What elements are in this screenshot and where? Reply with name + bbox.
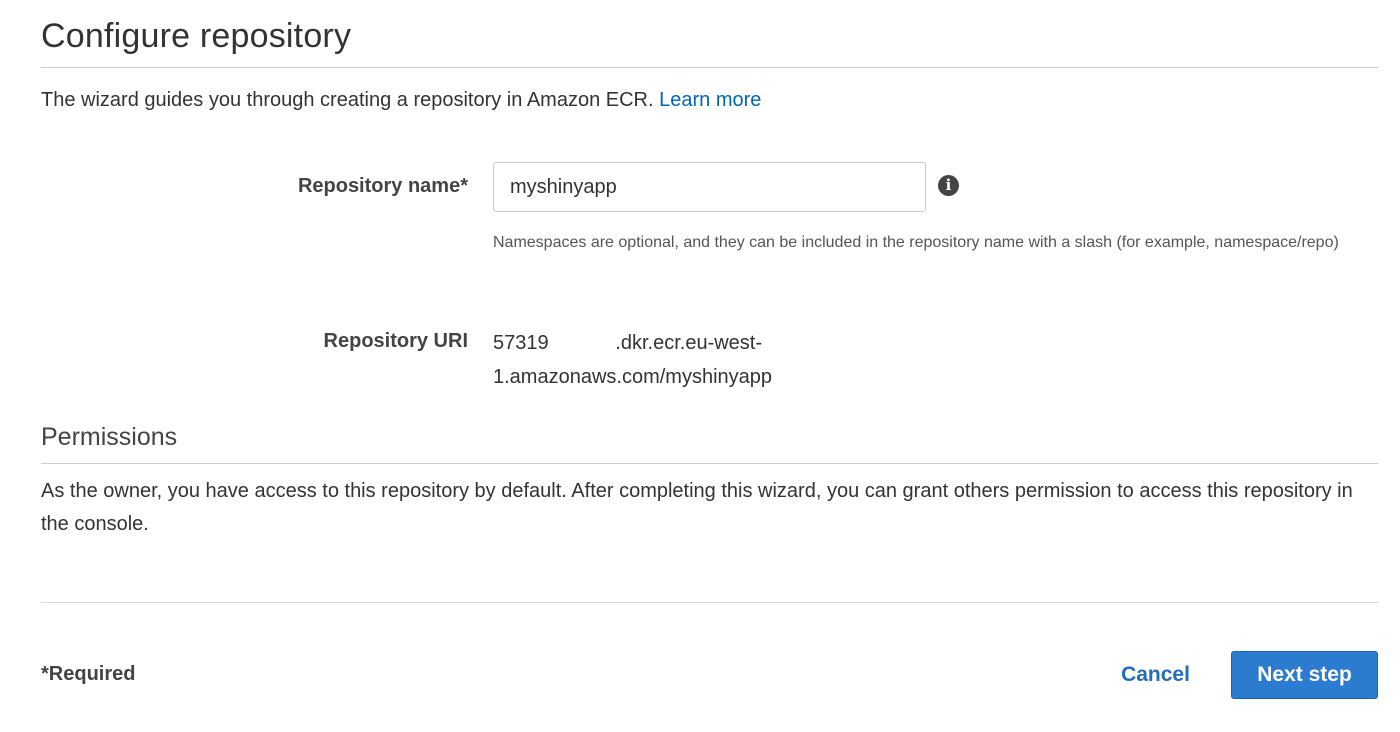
footer-divider [41, 602, 1378, 603]
intro-text: The wizard guides you through creating a… [41, 89, 761, 112]
next-step-button[interactable]: Next step [1231, 651, 1378, 699]
repository-uri-line-1: 57319 .dkr.ecr.eu-west- [493, 332, 763, 354]
repository-name-input[interactable] [493, 162, 926, 212]
permissions-description: As the owner, you have access to this re… [41, 480, 1353, 535]
intro-description: The wizard guides you through creating a… [41, 89, 654, 111]
required-note: *Required [41, 663, 136, 685]
title-divider [41, 67, 1378, 68]
repository-uri-line-2: 1.amazonaws.com/myshinyapp [493, 366, 773, 388]
repository-uri-label: Repository URI [323, 330, 468, 352]
cancel-button[interactable]: Cancel [1108, 651, 1203, 699]
info-icon[interactable]: i [938, 175, 959, 196]
permissions-divider [41, 463, 1378, 464]
namespace-help-text: Namespaces are optional, and they can be… [493, 234, 1339, 251]
repository-uri-value: 57319 .dkr.ecr.eu-west- 1.amazonaws.com/… [493, 326, 772, 394]
repository-name-label: Repository name* [297, 175, 468, 197]
page-title: Configure repository [41, 17, 352, 55]
permissions-title: Permissions [41, 423, 178, 451]
learn-more-link[interactable]: Learn more [659, 89, 761, 111]
